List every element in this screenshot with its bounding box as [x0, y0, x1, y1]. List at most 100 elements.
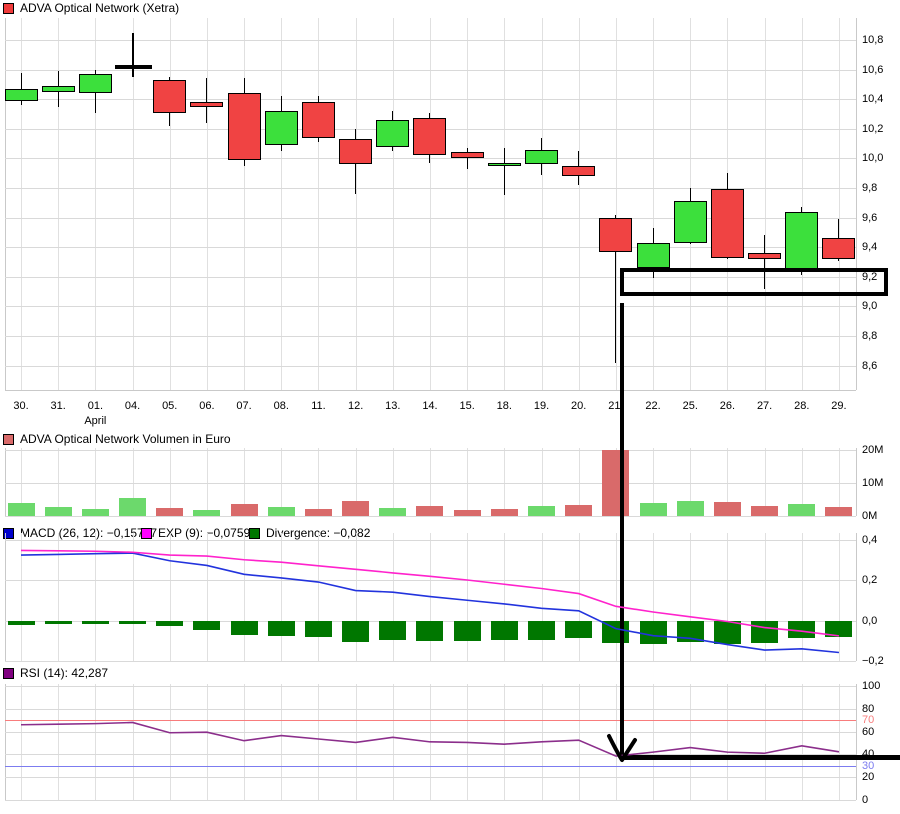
volume-bar [602, 449, 630, 516]
y-axis-tick-label: 10M [862, 477, 884, 489]
x-axis-date-label: 07. [236, 400, 252, 412]
candle-body [748, 253, 782, 260]
gridline-horizontal [5, 720, 856, 721]
candle-body [450, 152, 484, 159]
y-axis-tick-label: 70 [862, 714, 875, 726]
y-axis-tick-label: −0,2 [862, 655, 884, 667]
divergence-legend-item: Divergence: −0,082 [249, 526, 370, 540]
candle-body [190, 102, 224, 107]
volume-bar [7, 502, 35, 516]
gridline-horizontal [5, 580, 856, 581]
annotation-rectangle [620, 268, 888, 296]
gridline-vertical [541, 684, 543, 800]
volume-bar [453, 509, 481, 516]
exp-legend-item: EXP (9): −0,07597 [141, 526, 257, 540]
gridline-vertical [21, 684, 22, 800]
candle-body [413, 118, 447, 156]
gridline-vertical [206, 448, 208, 516]
panel-border-left [5, 448, 6, 516]
gridline-vertical [467, 533, 469, 661]
x-axis-date-label: 29. [831, 400, 847, 412]
gridline-vertical [504, 18, 506, 390]
divergence-bar [156, 620, 184, 627]
panel-border-left [5, 18, 6, 390]
volume-bar [528, 505, 556, 516]
gridline-vertical [541, 533, 543, 661]
volume-bar [639, 503, 667, 516]
gridline-vertical [244, 684, 246, 800]
candle-body [673, 201, 707, 243]
price-legend-icon [3, 2, 14, 14]
panel-border-right [856, 18, 857, 390]
divergence-bar [193, 620, 221, 630]
volume-bar [44, 506, 72, 516]
candle-body [264, 111, 298, 146]
gridline-vertical [504, 448, 506, 516]
gridline-horizontal [5, 450, 856, 451]
y-axis-tick-label: 100 [862, 680, 881, 692]
x-axis-date-label: 30. [13, 400, 29, 412]
gridline-horizontal [5, 800, 856, 801]
y-axis-tick-label: 10,8 [862, 34, 884, 46]
gridline-vertical [838, 533, 840, 661]
gridline-vertical [801, 684, 803, 800]
gridline-vertical [58, 533, 60, 661]
gridline-vertical [764, 18, 766, 390]
volume-bar [751, 506, 779, 516]
gridline-vertical [95, 533, 97, 661]
gridline-horizontal [5, 99, 856, 100]
y-axis-tick-label: 10,4 [862, 93, 884, 105]
y-axis-tick-label: 0 [862, 794, 869, 806]
x-axis-month-label: April [84, 415, 107, 427]
divergence-bar [379, 620, 407, 640]
candle-body [599, 217, 633, 252]
gridline-horizontal [5, 366, 856, 367]
gridline-vertical [838, 18, 840, 390]
gridline-horizontal [5, 306, 856, 307]
x-axis-date-label: 06. [199, 400, 215, 412]
gridline-vertical [392, 684, 394, 800]
gridline-horizontal [5, 661, 856, 662]
volume-bar [304, 508, 332, 516]
x-axis-date-label: 15. [459, 400, 475, 412]
gridline-vertical [206, 18, 208, 390]
divergence-bar [44, 620, 72, 625]
y-axis-tick-label: 0,0 [862, 615, 878, 627]
x-axis-date-label: 12. [347, 400, 364, 412]
gridline-horizontal [5, 777, 856, 778]
divergence-bar [528, 620, 556, 641]
candle-body [785, 211, 819, 270]
divergence-bar [342, 620, 370, 642]
divergence-bar [119, 620, 147, 624]
y-axis-tick-label: 0,2 [862, 574, 878, 586]
x-axis-date-label: 27. [756, 400, 773, 412]
x-axis-date-label: 31. [50, 400, 66, 412]
candle-wick [466, 148, 468, 169]
y-axis-tick-label: 10,6 [862, 64, 884, 76]
candle-wick [131, 32, 134, 77]
gridline-vertical [169, 448, 171, 516]
gridline-vertical [838, 684, 840, 800]
x-axis-date-label: 19. [533, 400, 550, 412]
gridline-vertical [727, 684, 729, 800]
gridline-vertical [169, 18, 171, 390]
volume-bar [193, 509, 221, 516]
y-axis-tick-label: 20 [862, 771, 875, 783]
candle-wick [503, 148, 505, 196]
gridline-vertical [690, 684, 692, 800]
x-axis-date-label: 22. [645, 400, 661, 412]
gridline-vertical [392, 18, 394, 390]
candle-body [562, 165, 596, 177]
gridline-vertical [95, 684, 97, 800]
x-axis-date-label: 13. [385, 400, 401, 412]
divergence-bar [416, 620, 444, 641]
x-axis-date-label: 08. [273, 400, 289, 412]
divergence-bar [490, 620, 518, 641]
candle-body [301, 102, 335, 138]
volume-bar [119, 498, 147, 516]
volume-bar [713, 502, 741, 516]
gridline-vertical [578, 684, 580, 800]
y-axis-tick-label: 9,6 [862, 212, 878, 224]
y-axis-tick-label: 20M [862, 444, 884, 456]
panel-border-right [856, 533, 857, 661]
